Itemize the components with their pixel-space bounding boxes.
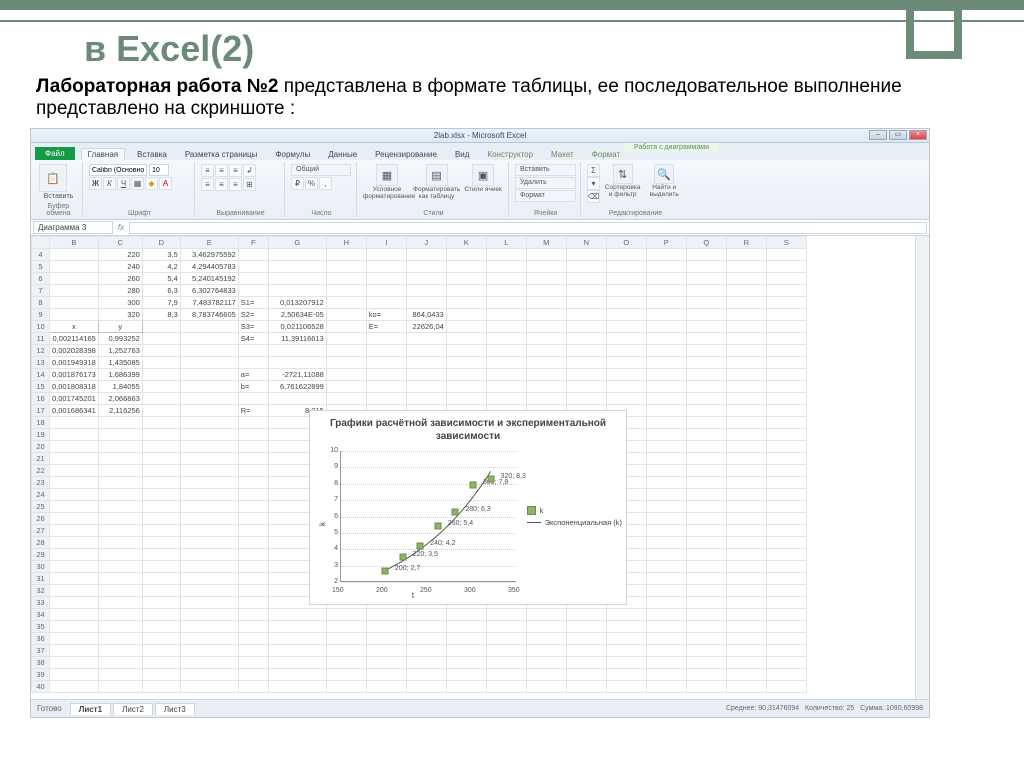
slide-top-border [0, 0, 1024, 22]
chart-marker [487, 475, 494, 482]
ribbon-context-title: Работа с диаграммами [624, 143, 719, 152]
tab-insert[interactable]: Вставка [131, 149, 173, 160]
insert-cells-button[interactable]: Вставить [515, 164, 576, 176]
percent-button[interactable]: % [305, 177, 318, 190]
legend-series-exp: Экспоненциальная (k) [545, 518, 622, 527]
delete-cells-button[interactable]: Удалить [515, 177, 576, 189]
tab-format[interactable]: Формат [586, 149, 626, 160]
group-cells: Вставить Удалить Формат Ячейки [511, 162, 581, 217]
font-color-button[interactable]: A [159, 177, 172, 190]
sort-filter-icon[interactable]: ⇅ [613, 164, 633, 184]
vertical-scrollbar[interactable] [915, 236, 929, 699]
group-clipboard: 📋 Вставить Буфер обмена [35, 162, 83, 217]
group-editing: Σ ▾ ⌫ ⇅ Сортировка и фильтр 🔍 Найти и вы… [583, 162, 688, 217]
formula-input[interactable] [129, 222, 927, 234]
underline-button[interactable]: Ч [117, 177, 130, 190]
group-styles: ▦ Условное форматирование ▤ Форматироват… [359, 162, 509, 217]
chart-marker [399, 554, 406, 561]
autosum-button[interactable]: Σ [587, 164, 600, 177]
status-aggregate: Среднее: 90,31476094 Количество: 25 Сумм… [726, 705, 929, 712]
cond-format-icon[interactable]: ▦ [376, 164, 398, 186]
chart-marker [452, 508, 459, 515]
font-name-input[interactable] [89, 164, 147, 176]
tab-view[interactable]: Вид [449, 149, 475, 160]
tab-pagelayout[interactable]: Разметка страницы [179, 149, 264, 160]
file-tab[interactable]: Файл [35, 147, 75, 160]
chart-marker [470, 482, 477, 489]
sheet-tab-3[interactable]: Лист3 [155, 703, 195, 715]
legend-series-k: k [540, 506, 544, 515]
status-ready: Готово [31, 704, 68, 713]
merge-button[interactable]: ⊞ [243, 178, 256, 191]
chart-marker [434, 523, 441, 530]
excel-screenshot: 2lab.xlsx - Microsoft Excel – ▭ × Работа… [30, 128, 930, 718]
tab-data[interactable]: Данные [322, 149, 363, 160]
align-mid-button[interactable]: ≡ [215, 164, 228, 177]
spreadsheet-grid[interactable]: BCDEFGHIJKLMNOPQRS42203,53,4629755925240… [31, 236, 915, 699]
border-button[interactable]: ▦ [131, 177, 144, 190]
align-top-button[interactable]: ≡ [201, 164, 214, 177]
ribbon-tabs: Файл Главная Вставка Разметка страницы Ф… [31, 143, 929, 160]
name-box[interactable]: Диаграмма 3 [33, 221, 113, 234]
chart-plot-area: 200; 2,7220; 3,5240; 4,2260; 5,4280; 6,3… [340, 451, 516, 582]
tab-layout[interactable]: Макет [545, 149, 580, 160]
minimize-button[interactable]: – [869, 130, 887, 140]
tab-design[interactable]: Конструктор [481, 149, 539, 160]
wrap-button[interactable]: ↲ [243, 164, 256, 177]
fx-icon[interactable]: fx [115, 223, 127, 232]
chart-marker [382, 567, 389, 574]
group-align: ≡ ≡ ≡ ↲ ≡ ≡ ≡ ⊞ Выравнивание [197, 162, 285, 217]
bold-button[interactable]: Ж [89, 177, 102, 190]
align-center-button[interactable]: ≡ [215, 178, 228, 191]
sheet-tab-1[interactable]: Лист1 [70, 703, 111, 715]
sheet-tab-2[interactable]: Лист2 [113, 703, 153, 715]
find-select-icon[interactable]: 🔍 [654, 164, 674, 184]
window-titlebar: 2lab.xlsx - Microsoft Excel – ▭ × [31, 129, 929, 143]
comma-button[interactable]: , [319, 177, 332, 190]
tab-review[interactable]: Рецензирование [369, 149, 443, 160]
cell-styles-icon[interactable]: ▣ [472, 164, 494, 186]
align-bot-button[interactable]: ≡ [229, 164, 242, 177]
currency-button[interactable]: ₽ [291, 177, 304, 190]
ribbon-body: 📋 Вставить Буфер обмена Ж К Ч ▦ ◆ A Шриф… [31, 160, 929, 220]
group-number: Общий ₽ % , Число [287, 162, 357, 217]
formula-bar: Диаграмма 3 fx [31, 220, 929, 236]
tab-formulas[interactable]: Формулы [269, 149, 316, 160]
chart-object[interactable]: Графики расчётной зависимости и эксперим… [309, 410, 627, 605]
align-right-button[interactable]: ≡ [229, 178, 242, 191]
sheet-tab-bar: Готово Лист1 Лист2 Лист3 Среднее: 90,314… [31, 699, 929, 717]
y-axis-label: k [318, 522, 327, 526]
paste-icon[interactable]: 📋 [39, 164, 67, 192]
slide-subtitle: Лабораторная работа №2 представлена в фо… [36, 76, 936, 120]
paste-label: Вставить [39, 193, 78, 200]
maximize-button[interactable]: ▭ [889, 130, 907, 140]
align-left-button[interactable]: ≡ [201, 178, 214, 191]
close-button[interactable]: × [909, 130, 927, 140]
window-title: 2lab.xlsx - Microsoft Excel [434, 131, 526, 140]
clear-button[interactable]: ⌫ [587, 190, 600, 203]
chart-marker [417, 542, 424, 549]
font-size-input[interactable] [149, 164, 169, 176]
chart-title: Графики расчётной зависимости и эксперим… [310, 411, 626, 443]
fill-color-button[interactable]: ◆ [145, 177, 158, 190]
tab-home[interactable]: Главная [81, 148, 125, 160]
chart-legend: k Экспоненциальная (k) [527, 503, 622, 530]
group-font: Ж К Ч ▦ ◆ A Шрифт [85, 162, 195, 217]
italic-button[interactable]: К [103, 177, 116, 190]
slide-title: в Excel(2) [84, 28, 1004, 70]
number-format-select[interactable]: Общий [291, 164, 351, 176]
fill-button[interactable]: ▾ [587, 177, 600, 190]
format-cells-button[interactable]: Формат [515, 190, 576, 202]
slide-body: в Excel(2) Лабораторная работа №2 предст… [0, 22, 1024, 767]
table-format-icon[interactable]: ▤ [426, 164, 448, 186]
